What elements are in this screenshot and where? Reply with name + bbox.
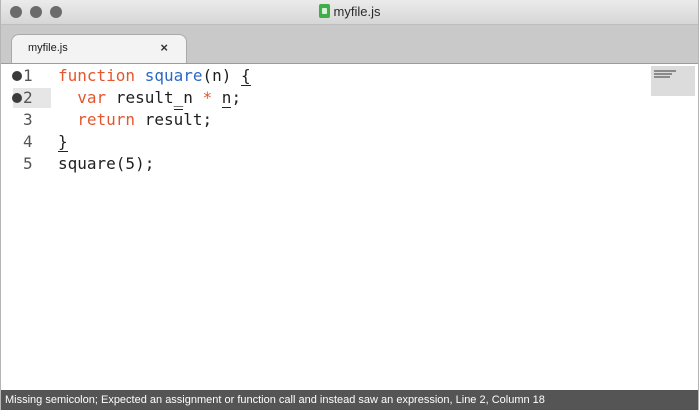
code-text: return result; xyxy=(58,109,213,130)
function-name-token: square xyxy=(144,66,203,85)
code-line-4[interactable]: 4 } xyxy=(1,132,698,152)
tab-close-icon[interactable]: × xyxy=(160,40,168,55)
editor-window: myfile.js myfile.js × 1 function square(… xyxy=(0,0,699,410)
tab-bar: myfile.js × xyxy=(1,25,698,64)
brace-token: } xyxy=(58,132,68,152)
code-token: n xyxy=(221,88,232,108)
line-number: 2 xyxy=(23,88,33,107)
code-editor[interactable]: 1 function square(n) { 2 var result_n * … xyxy=(1,64,698,390)
line-number: 3 xyxy=(23,110,33,129)
code-token: ; xyxy=(231,88,242,107)
code-text: } xyxy=(58,132,68,152)
status-message: Missing semicolon; Expected an assignmen… xyxy=(5,394,545,406)
status-bar: Missing semicolon; Expected an assignmen… xyxy=(1,390,698,410)
code-text: square(5); xyxy=(58,154,155,173)
code-token: lt; xyxy=(183,110,213,129)
window-title: myfile.js xyxy=(333,4,381,19)
error-marker-icon[interactable] xyxy=(12,93,22,103)
code-line-1[interactable]: 1 function square(n) { xyxy=(1,66,698,86)
keyword-token: return xyxy=(77,110,136,129)
code-text: function square(n) { xyxy=(58,66,251,86)
code-token: _n xyxy=(173,88,203,107)
code-line-2[interactable]: 2 var result_n * n; xyxy=(1,88,698,108)
brace-token: { xyxy=(241,66,251,86)
code-token: (n) xyxy=(202,66,242,85)
error-marker-icon[interactable] xyxy=(12,71,22,81)
keyword-token: function xyxy=(58,66,136,85)
keyword-token: var xyxy=(77,88,107,107)
tab-label: myfile.js xyxy=(28,42,68,54)
line-number: 4 xyxy=(23,132,33,151)
line-number: 1 xyxy=(23,66,33,85)
line-number: 5 xyxy=(23,154,33,173)
tab-myfile-js[interactable]: myfile.js × xyxy=(11,34,187,63)
title-bar: myfile.js xyxy=(1,0,698,25)
operator-token: * xyxy=(202,88,213,107)
code-line-3[interactable]: 3 return result; xyxy=(1,109,698,130)
code-line-5[interactable]: 5 square(5); xyxy=(1,154,698,174)
window-title-container: myfile.js xyxy=(1,4,698,19)
code-token: result xyxy=(106,88,174,107)
js-file-icon xyxy=(318,4,330,18)
code-token: u xyxy=(173,109,184,129)
code-token: res xyxy=(135,110,174,129)
code-text: var result_n * n; xyxy=(58,88,241,108)
